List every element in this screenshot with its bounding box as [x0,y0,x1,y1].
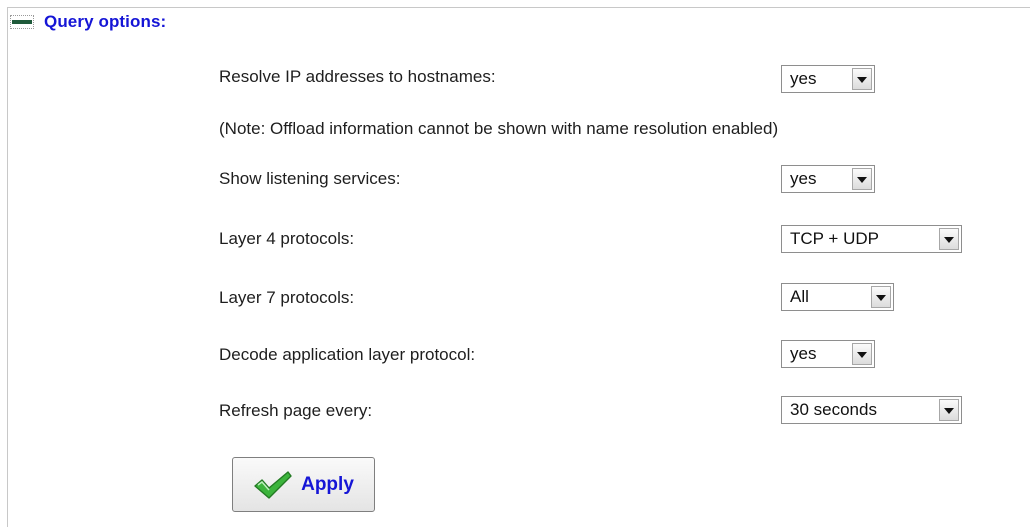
layer7-protocols-select[interactable]: All [781,283,894,311]
collapse-icon[interactable] [10,15,34,29]
name-resolution-note: (Note: Offload information cannot be sho… [219,119,779,138]
layer4-protocols-label: Layer 4 protocols: [219,229,355,248]
chevron-down-icon[interactable] [852,168,872,190]
resolve-ip-select[interactable]: yes [781,65,875,93]
query-options-title[interactable]: Query options: [44,12,166,32]
refresh-page-value: 30 seconds [790,400,877,419]
layer4-protocols-value: TCP + UDP [790,229,879,248]
resolve-ip-label: Resolve IP addresses to hostnames: [219,67,496,86]
apply-button[interactable]: Apply [232,457,375,512]
refresh-page-label: Refresh page every: [219,401,373,420]
layer7-protocols-label: Layer 7 protocols: [219,288,355,307]
chevron-down-icon[interactable] [939,399,959,421]
listening-services-select[interactable]: yes [781,165,875,193]
chevron-down-icon[interactable] [871,286,891,308]
resolve-ip-value: yes [790,69,817,88]
listening-services-value: yes [790,169,817,188]
decode-protocol-select[interactable]: yes [781,340,875,368]
chevron-down-icon[interactable] [852,343,872,365]
query-options-panel [7,7,1030,527]
apply-label: Apply [301,473,354,495]
layer7-protocols-value: All [790,287,809,306]
refresh-page-select[interactable]: 30 seconds [781,396,962,424]
query-options-header[interactable]: Query options: [10,12,166,32]
decode-protocol-label: Decode application layer protocol: [219,345,476,364]
listening-services-label: Show listening services: [219,169,401,188]
layer4-protocols-select[interactable]: TCP + UDP [781,225,962,253]
checkmark-icon [254,470,292,499]
decode-protocol-value: yes [790,344,817,363]
chevron-down-icon[interactable] [852,68,872,90]
chevron-down-icon[interactable] [939,228,959,250]
